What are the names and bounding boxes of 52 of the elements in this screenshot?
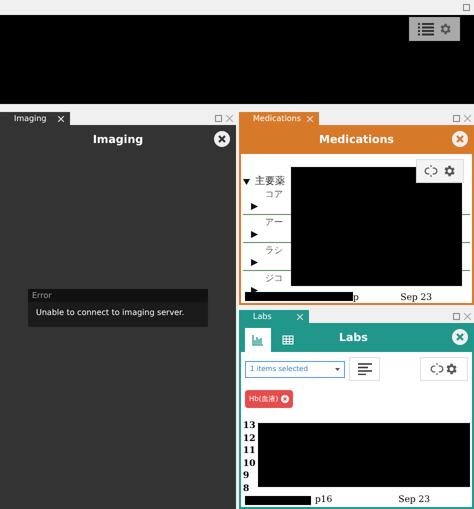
redaction-block	[245, 496, 311, 505]
maximize-icon[interactable]	[453, 313, 460, 320]
maximize-icon[interactable]	[463, 4, 470, 11]
broken-link-icon	[430, 362, 444, 376]
toolbar-button[interactable]	[409, 16, 460, 41]
error-text: Unable to connect to imaging server.	[35, 307, 186, 317]
medication-label: アー	[264, 217, 284, 229]
maximize-icon[interactable]	[215, 115, 222, 122]
settings-icon	[444, 362, 458, 376]
axis-label: 8	[243, 482, 250, 495]
maximize-icon[interactable]	[453, 115, 460, 122]
dropdown-caret-icon	[335, 368, 340, 370]
axis-label: 11	[243, 445, 257, 458]
close-icon	[456, 135, 464, 143]
settings-icon	[438, 22, 452, 36]
align-button[interactable]	[349, 357, 380, 381]
remove-icon	[281, 395, 290, 403]
axis-label: Sep 23	[398, 495, 430, 505]
expand-caret-icon[interactable]	[251, 258, 258, 266]
panel-title: Labs	[339, 331, 368, 344]
axis-label: 13	[243, 420, 257, 432]
panel-tab[interactable]: Labs	[239, 310, 309, 323]
medication-label: ラシ	[264, 245, 284, 257]
toolbar-button[interactable]	[416, 159, 464, 183]
align-left-icon	[358, 363, 372, 375]
list-icon	[418, 22, 434, 36]
axis-label: 9	[243, 470, 250, 482]
close-icon	[218, 135, 226, 143]
bar-chart-icon	[252, 334, 264, 346]
panel-title: Imaging	[92, 133, 144, 146]
panel-tab[interactable]: Imaging	[0, 112, 70, 125]
axis-label: 10	[243, 458, 257, 470]
expand-caret-icon[interactable]	[251, 230, 258, 238]
panel-tab[interactable]: Medications	[239, 112, 319, 125]
close-icon	[456, 333, 464, 341]
panel-title: Medications	[319, 133, 394, 146]
close-button[interactable]	[214, 131, 230, 147]
toolbar-button[interactable]	[420, 357, 468, 381]
medication-label: コア	[264, 189, 284, 201]
view-tab[interactable]	[245, 328, 271, 352]
medication-label: ジコ	[264, 273, 284, 285]
error-heading: Error	[28, 289, 208, 302]
grid-icon	[282, 334, 294, 346]
axis-label: p16	[315, 495, 332, 505]
group-label: 主要薬	[255, 174, 285, 188]
axis-label: 12	[243, 432, 257, 445]
expand-caret-icon[interactable]	[243, 178, 250, 184]
broken-link-icon	[424, 164, 438, 178]
settings-icon	[442, 164, 456, 178]
expand-caret-icon[interactable]	[251, 202, 258, 210]
axis-label: Sep 23	[400, 293, 432, 303]
axis-label: p	[353, 293, 359, 303]
